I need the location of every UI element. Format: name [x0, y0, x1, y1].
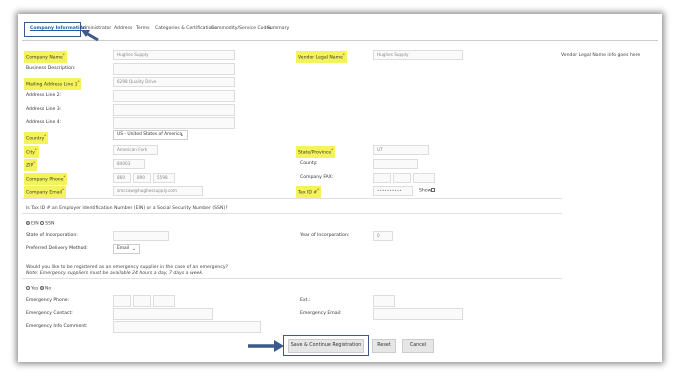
company-phone-label: Company Phone*: [24, 173, 68, 185]
address-line-4-label: Address Line 4:: [26, 120, 62, 125]
company-phone-line-input[interactable]: 5598: [153, 173, 175, 183]
tab-summary[interactable]: Summary: [267, 26, 289, 31]
address-line-2-input[interactable]: [113, 90, 235, 102]
emergency-no-radio[interactable]: [39, 286, 44, 290]
ext-input[interactable]: [373, 295, 395, 307]
address-line-4-input[interactable]: [113, 117, 235, 129]
emergency-phone-prefix-input[interactable]: [133, 295, 151, 307]
tab-pointer-arrow-icon: [81, 30, 99, 42]
ssn-radio[interactable]: [40, 221, 45, 225]
company-phone-area-input[interactable]: 860: [113, 173, 131, 183]
emergency-email-label: Emergency Email:: [300, 311, 342, 316]
emergency-comment-input[interactable]: [113, 321, 261, 333]
emergency-radio-group: Yes No: [26, 286, 51, 292]
zip-input[interactable]: 84003: [113, 159, 145, 169]
tax-id-show-toggle[interactable]: Show: [419, 188, 436, 194]
address-line-2-label: Address Line 2:: [26, 93, 62, 98]
company-fax-label: Company FAX:: [300, 175, 334, 180]
divider: [22, 278, 562, 279]
country-select[interactable]: US - United States of America ⌄: [113, 130, 188, 140]
mailing-address-1-label: Mailing Address Line 1*: [24, 78, 82, 90]
city-label: City*: [24, 146, 39, 158]
emergency-no-label: No: [44, 286, 52, 292]
registration-window: Company Information Administrator Addres…: [18, 14, 662, 362]
ssn-label: SSN: [45, 221, 55, 227]
business-description-input[interactable]: [113, 63, 235, 75]
tax-id-type-radio-group: EIN SSN: [26, 221, 54, 227]
address-line-3-input[interactable]: [113, 104, 235, 116]
chevron-down-icon: ⌄: [131, 246, 136, 252]
delivery-method-value: Email: [117, 246, 130, 251]
address-line-3-label: Address Line 3:: [26, 107, 62, 112]
state-province-label: State/Province*: [296, 146, 336, 158]
emergency-email-input[interactable]: [373, 308, 463, 320]
emergency-phone-area-input[interactable]: [113, 295, 131, 307]
reset-button[interactable]: Reset: [372, 339, 396, 353]
tax-id-input[interactable]: ••••••••••: [373, 186, 413, 196]
country-label: Country*: [24, 132, 48, 144]
county-label: County:: [300, 161, 318, 166]
year-incorporation-label: Year of Incorporation:: [300, 233, 350, 238]
emergency-phone-line-input[interactable]: [153, 295, 175, 307]
company-name-label: Company Name*: [24, 51, 67, 63]
vendor-legal-name-input[interactable]: Hughes Supply: [373, 50, 463, 60]
emergency-contact-input[interactable]: [113, 308, 213, 320]
tab-categories-certifications[interactable]: Categories & Certifications: [155, 26, 217, 31]
company-email-input[interactable]: smccaw@hughessupply.com: [113, 186, 203, 196]
vendor-legal-name-info: Vendor Legal Name info goes here: [561, 53, 641, 58]
emergency-question: Would you like to be registered as an em…: [26, 265, 229, 270]
emergency-yes-label: Yes: [31, 286, 39, 292]
county-input[interactable]: [373, 159, 418, 169]
company-phone-prefix-input[interactable]: 890: [133, 173, 151, 183]
tax-id-label: Tax ID #*: [296, 186, 321, 198]
year-incorporation-input[interactable]: 0: [373, 231, 393, 241]
show-checkbox[interactable]: [431, 188, 436, 192]
city-input[interactable]: American Fork: [113, 145, 158, 155]
state-province-input[interactable]: UT: [373, 145, 429, 155]
emergency-phone-label: Emergency Phone:: [26, 298, 70, 303]
company-email-label: Company Email*: [24, 186, 66, 198]
tab-commodity-service-codes[interactable]: Commodity/Service Codes: [211, 26, 272, 31]
emergency-contact-label: Emergency Contact:: [26, 311, 73, 316]
tab-address[interactable]: Address: [114, 26, 132, 31]
mailing-address-1-input[interactable]: 6298 Quality Drive: [113, 77, 235, 87]
divider: [22, 213, 562, 214]
state-incorporation-label: State of Incorporation:: [26, 233, 78, 238]
company-fax-line-input[interactable]: [413, 173, 435, 183]
ein-label: EIN: [31, 221, 39, 227]
company-fax-prefix-input[interactable]: [393, 173, 411, 183]
save-pointer-arrow-icon: [248, 340, 284, 352]
emergency-yes-radio[interactable]: [26, 286, 30, 290]
emergency-note: Note: Emergency suppliers must be availa…: [26, 271, 204, 276]
business-description-label: Business Description:: [26, 66, 76, 71]
country-select-value: US - United States of America: [117, 132, 183, 137]
vendor-legal-name-label: Vendor Legal Name*: [296, 51, 347, 63]
delivery-method-label: Preferred Delivery Method:: [26, 246, 88, 251]
cancel-button[interactable]: Cancel: [402, 339, 434, 353]
divider: [22, 198, 562, 199]
delivery-method-select[interactable]: Email ⌄: [113, 244, 140, 254]
zip-label: ZIP*: [24, 159, 38, 171]
company-fax-area-input[interactable]: [373, 173, 391, 183]
emergency-comment-label: Emergency Info Comment:: [26, 324, 88, 329]
company-name-input[interactable]: Hughes Supply: [113, 50, 235, 60]
save-continue-button[interactable]: Save & Continue Registration: [288, 339, 364, 353]
tax-id-type-question: Is Tax ID # an Employer Identification N…: [26, 206, 228, 211]
state-incorporation-input[interactable]: [113, 231, 169, 241]
ein-radio[interactable]: [26, 221, 30, 225]
tab-bar: Company Information Administrator Addres…: [22, 22, 658, 41]
chevron-down-icon: ⌄: [179, 132, 184, 138]
tab-terms[interactable]: Terms: [136, 26, 150, 31]
ext-label: Ext.:: [300, 298, 311, 303]
